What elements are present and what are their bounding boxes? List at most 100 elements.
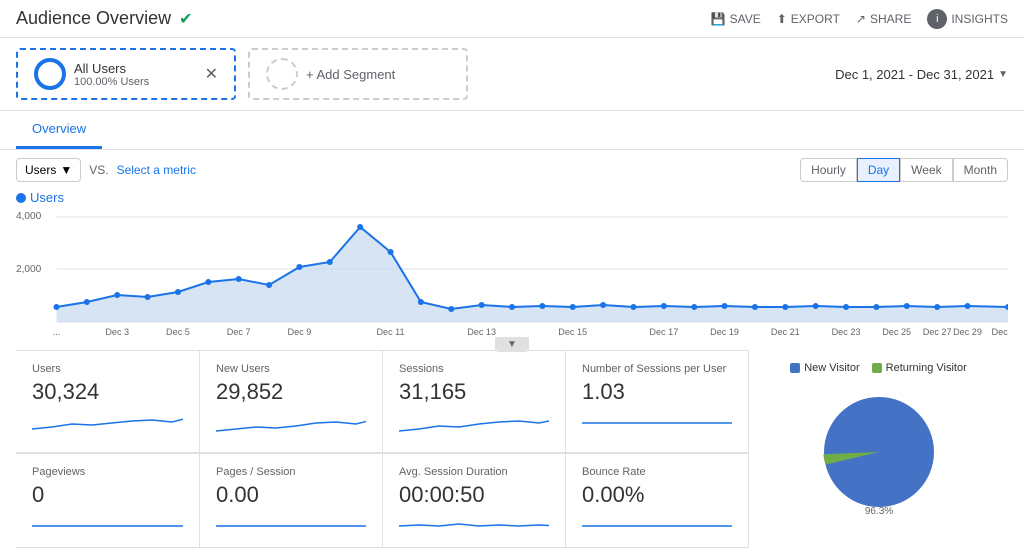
metric-pagesession-label: Pages / Session — [216, 466, 366, 478]
time-buttons: Hourly Day Week Month — [800, 158, 1008, 182]
add-segment-label: + Add Segment — [306, 67, 395, 82]
new-visitor-label: New Visitor — [804, 362, 859, 374]
segments-bar: All Users 100.00% Users ✕ + Add Segment … — [0, 38, 1024, 111]
chart-area: Users 4,000 2,000 — [0, 190, 1024, 350]
metric-spu-sparkline — [582, 409, 732, 437]
metric-spu-label: Number of Sessions per User — [582, 363, 732, 375]
metric-users-value: 30,324 — [32, 379, 183, 405]
segment-name: All Users — [74, 61, 149, 76]
date-range-text: Dec 1, 2021 - Dec 31, 2021 — [835, 67, 994, 82]
metrics-grid: Users 30,324 New Users 29,852 Sessions 3… — [16, 350, 748, 548]
svg-text:Dec 3: Dec 3 — [105, 327, 129, 337]
metric-newusers-label: New Users — [216, 363, 366, 375]
metric-card-pageviews: Pageviews 0 — [16, 453, 199, 548]
chart-controls: Users ▼ VS. Select a metric Hourly Day W… — [0, 150, 1024, 190]
metric-dropdown-icon: ▼ — [60, 163, 72, 177]
tabs-bar: Overview — [0, 111, 1024, 150]
pie-legend: New Visitor Returning Visitor — [790, 362, 967, 374]
metric-pagesession-sparkline — [216, 512, 366, 532]
svg-text:Dec 7: Dec 7 — [227, 327, 251, 337]
insights-button[interactable]: i INSIGHTS — [927, 9, 1008, 29]
segment-all-users[interactable]: All Users 100.00% Users ✕ — [16, 48, 236, 100]
metric-users-sparkline — [32, 409, 183, 437]
segment-circle — [34, 58, 66, 90]
svg-text:Dec 25: Dec 25 — [882, 327, 911, 337]
chart-metric-label: Users — [30, 190, 64, 205]
export-button[interactable]: ⬆ EXPORT — [777, 12, 840, 26]
tab-overview[interactable]: Overview — [16, 111, 102, 149]
segment-close-icon[interactable]: ✕ — [205, 64, 218, 84]
svg-text:Dec 21: Dec 21 — [771, 327, 800, 337]
metric-bouncerate-label: Bounce Rate — [582, 466, 732, 478]
metric-newusers-sparkline — [216, 409, 366, 437]
metric-sessions-value: 31,165 — [399, 379, 549, 405]
svg-text:Dec 31: Dec 31 — [992, 327, 1008, 337]
svg-text:Dec 5: Dec 5 — [166, 327, 190, 337]
metric-btn-label: Users — [25, 163, 56, 177]
returning-visitor-label: Returning Visitor — [886, 362, 967, 374]
svg-text:Dec 27: Dec 27 — [923, 327, 952, 337]
metric-avgsession-sparkline — [399, 512, 549, 532]
metric-pageviews-value: 0 — [32, 482, 183, 508]
metrics-section: Users 30,324 New Users 29,852 Sessions 3… — [0, 350, 1024, 556]
date-range-arrow-icon: ▼ — [998, 69, 1008, 80]
pie-chart: 96.3% — [809, 382, 949, 522]
metric-avgsession-value: 00:00:50 — [399, 482, 549, 508]
page-title: Audience Overview — [16, 8, 171, 29]
returning-visitor-dot — [872, 363, 882, 373]
svg-text:4,000: 4,000 — [16, 211, 42, 222]
chart-legend-dot — [16, 193, 26, 203]
vs-label: VS. — [89, 163, 108, 177]
svg-text:2,000: 2,000 — [16, 264, 42, 275]
svg-text:Dec 19: Dec 19 — [710, 327, 739, 337]
metric-pageviews-sparkline — [32, 512, 183, 532]
legend-new-visitor: New Visitor — [790, 362, 859, 374]
export-icon: ⬆ — [777, 12, 787, 26]
metric-card-sessions-per-user: Number of Sessions per User 1.03 — [565, 351, 748, 453]
svg-text:Dec 23: Dec 23 — [832, 327, 861, 337]
share-icon: ↗ — [856, 12, 866, 26]
svg-text:Dec 11: Dec 11 — [376, 327, 404, 337]
metric-card-sessions: Sessions 31,165 — [382, 351, 565, 453]
date-range-picker[interactable]: Dec 1, 2021 - Dec 31, 2021 ▼ — [835, 67, 1008, 82]
metric-bouncerate-sparkline — [582, 512, 732, 532]
insights-icon: i — [927, 9, 947, 29]
metric-newusers-value: 29,852 — [216, 379, 366, 405]
verified-icon: ✔ — [179, 9, 192, 29]
time-btn-month[interactable]: Month — [953, 158, 1008, 182]
metric-sessions-sparkline — [399, 409, 549, 437]
metric-users-label: Users — [32, 363, 183, 375]
metric-card-bounce-rate: Bounce Rate 0.00% — [565, 453, 748, 548]
add-segment-circle — [266, 58, 298, 90]
legend-returning-visitor: Returning Visitor — [872, 362, 967, 374]
metric-selector[interactable]: Users ▼ — [16, 158, 81, 182]
share-button[interactable]: ↗ SHARE — [856, 12, 911, 26]
select-metric-link[interactable]: Select a metric — [117, 163, 196, 177]
svg-text:Dec 9: Dec 9 — [288, 327, 312, 337]
metric-pageviews-label: Pageviews — [32, 466, 183, 478]
time-btn-day[interactable]: Day — [857, 158, 900, 182]
svg-text:Dec 17: Dec 17 — [649, 327, 678, 337]
svg-text:Dec 15: Dec 15 — [558, 327, 587, 337]
metric-bouncerate-value: 0.00% — [582, 482, 732, 508]
metric-pagesession-value: 0.00 — [216, 482, 366, 508]
header: Audience Overview ✔ 💾 SAVE ⬆ EXPORT ↗ SH… — [0, 0, 1024, 38]
header-left: Audience Overview ✔ — [16, 8, 192, 29]
svg-text:Dec 29: Dec 29 — [953, 327, 982, 337]
save-icon: 💾 — [711, 12, 726, 26]
add-segment-button[interactable]: + Add Segment — [248, 48, 468, 100]
metric-card-users: Users 30,324 — [16, 351, 199, 453]
metric-card-pages-session: Pages / Session 0.00 — [199, 453, 382, 548]
save-button[interactable]: 💾 SAVE — [711, 12, 761, 26]
segment-info: All Users 100.00% Users — [74, 61, 149, 88]
metric-spu-value: 1.03 — [582, 379, 732, 405]
metric-card-avg-session: Avg. Session Duration 00:00:50 — [382, 453, 565, 548]
segment-sub: 100.00% Users — [74, 76, 149, 88]
pie-section: New Visitor Returning Visitor — [748, 350, 1008, 548]
new-visitor-dot — [790, 363, 800, 373]
metric-card-new-users: New Users 29,852 — [199, 351, 382, 453]
time-btn-week[interactable]: Week — [900, 158, 952, 182]
time-btn-hourly[interactable]: Hourly — [800, 158, 857, 182]
svg-text:...: ... — [53, 327, 61, 337]
svg-text:Dec 13: Dec 13 — [467, 327, 496, 337]
